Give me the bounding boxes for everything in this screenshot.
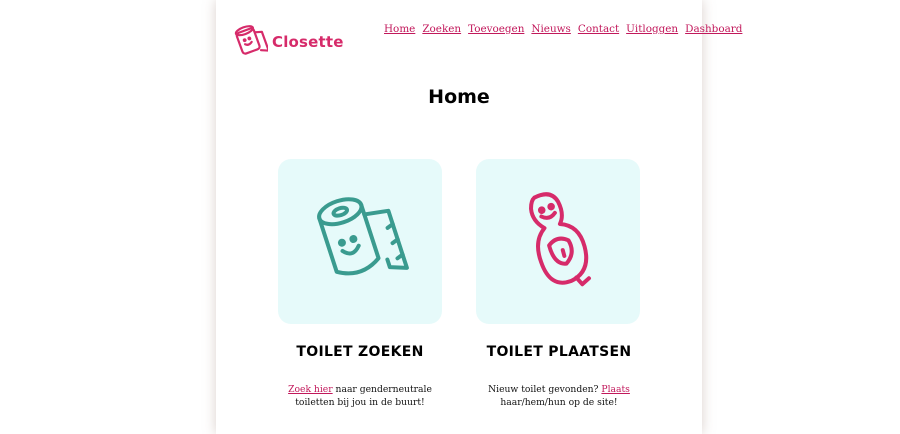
card-text-toilet-zoeken: Zoek hier naar genderneutrale toiletten … bbox=[270, 383, 450, 409]
toilet-roll-icon bbox=[310, 185, 410, 299]
nav-toevoegen[interactable]: Toevoegen bbox=[468, 23, 524, 35]
nav-uitloggen[interactable]: Uitloggen bbox=[626, 23, 678, 35]
nav-zoeken[interactable]: Zoeken bbox=[422, 23, 461, 35]
card-title-toilet-zoeken: TOILET ZOEKEN bbox=[296, 344, 424, 360]
card-text-before: Nieuw toilet gevonden? bbox=[488, 384, 602, 395]
card-text-toilet-plaatsen: Nieuw toilet gevonden? Plaats haar/hem/h… bbox=[469, 383, 649, 409]
nav-home[interactable]: Home bbox=[384, 23, 415, 35]
nav-dashboard[interactable]: Dashboard bbox=[685, 23, 742, 35]
card-toilet-plaatsen-image[interactable] bbox=[476, 159, 640, 324]
main-nav: Home Zoeken Toevoegen Nieuws Contact Uit… bbox=[384, 23, 742, 35]
page-title: Home bbox=[428, 86, 490, 108]
brand-name: Closette bbox=[272, 33, 344, 51]
card-title-toilet-plaatsen: TOILET PLAATSEN bbox=[486, 344, 632, 360]
nav-nieuws[interactable]: Nieuws bbox=[531, 23, 570, 35]
plaats-link[interactable]: Plaats bbox=[601, 384, 629, 395]
card-text-after: haar/hem/hun op de site! bbox=[500, 397, 618, 408]
zoek-hier-link[interactable]: Zoek hier bbox=[288, 384, 333, 395]
nav-contact[interactable]: Contact bbox=[578, 23, 619, 35]
card-toilet-zoeken-image[interactable] bbox=[278, 159, 442, 324]
brand-logo[interactable]: Closette bbox=[234, 20, 344, 64]
toilet-icon bbox=[508, 185, 608, 299]
page-container: Closette Home Zoeken Toevoegen Nieuws Co… bbox=[218, 0, 742, 434]
toilet-roll-icon bbox=[234, 20, 270, 64]
